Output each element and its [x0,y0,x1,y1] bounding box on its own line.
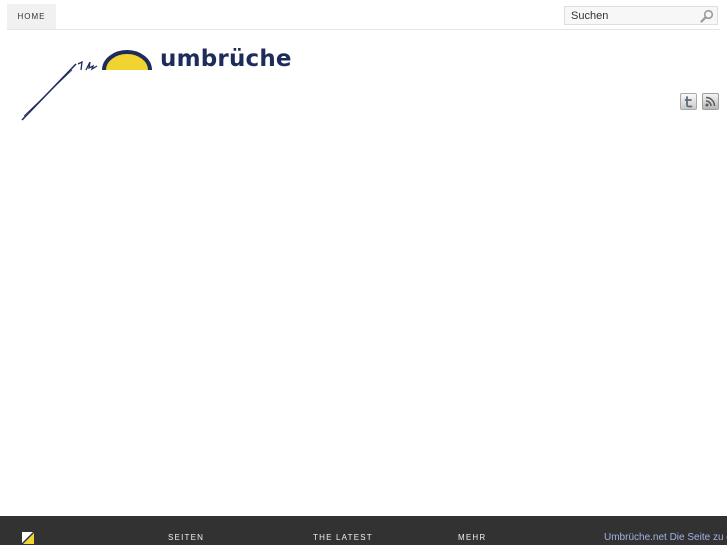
nav-home-link[interactable]: HOME [7,4,56,30]
footer-heading-mehr: MEHR [458,533,487,542]
footer-heading-the-latest: THE LATEST [313,533,373,542]
footer-heading-seiten: SEITEN [168,533,205,542]
logo-emblem [21,50,152,121]
search-input[interactable] [565,7,705,24]
rss-icon[interactable] [702,93,719,110]
footer-site-description[interactable]: Umbrüche.net Die Seite zu den [604,532,727,543]
top-navigation-bar: HOME [0,0,727,30]
twitter-icon[interactable] [680,93,697,110]
search-box [564,6,718,25]
footer: SEITEN THE LATEST MEHR Umbrüche.net Die … [0,516,727,545]
topbar-divider [7,29,720,30]
footer-logo-icon [21,531,35,545]
logo-wordmark[interactable]: umbrüche [160,46,292,72]
search-icon[interactable] [700,9,714,23]
